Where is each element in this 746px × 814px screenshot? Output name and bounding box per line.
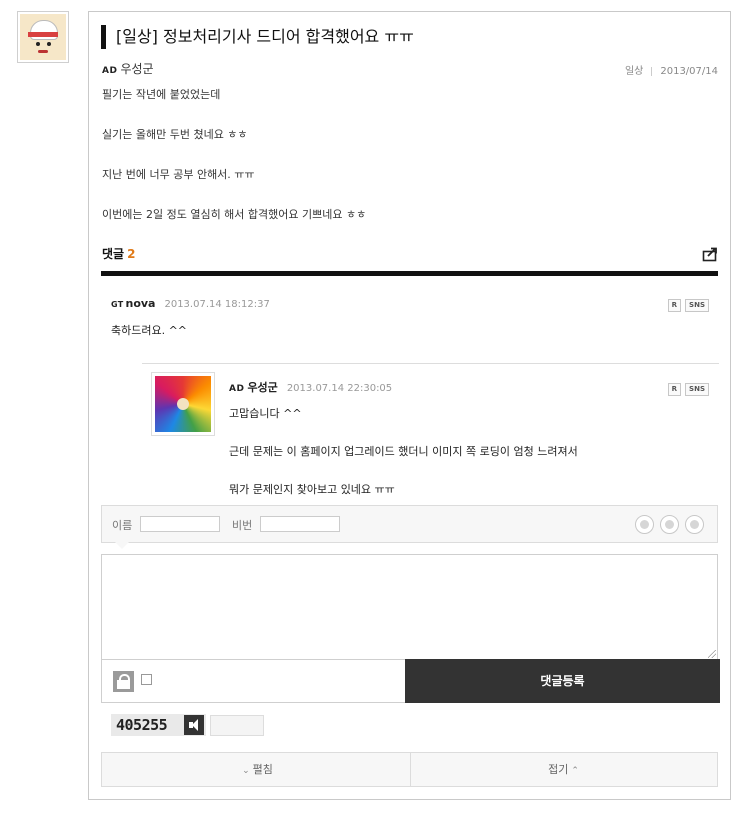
share-icon[interactable] [702,246,718,262]
lock-icon[interactable] [113,671,134,692]
reply-line: 고맙습니다 ^^ [229,407,302,420]
comments-divider [101,271,718,276]
name-input[interactable] [140,516,220,532]
reply-button[interactable]: R [667,299,682,312]
reply-text: 고맙습니다 ^^ 근데 문제는 이 홈페이지 업그레이드 했더니 이미지 쪽 로… [229,406,709,520]
captcha-box: 405255 [111,714,206,736]
secret-checkbox[interactable] [141,674,152,685]
reply-avatar [151,372,215,436]
reply-r-button[interactable]: R [667,383,682,396]
comment-author[interactable]: GT nova [111,297,155,310]
post-author: AD 우성군 [102,60,154,77]
reply-author-name: 우성군 [247,381,278,394]
expand-label: 펼침 [252,763,273,776]
comment-badge: GT [111,300,124,309]
comment-author-name: nova [125,297,156,310]
post-meta: 일상 2013/07/14 [625,62,718,77]
reply-sns-button[interactable]: SNS [685,383,709,396]
form-notch [115,542,129,549]
captcha-code: 405255 [116,716,168,734]
comments-label: 댓글 [102,247,125,261]
reply-divider [142,363,719,364]
name-label: 이름 [112,519,133,532]
circle-down-icon[interactable] [635,515,654,534]
toggle-bar: ⌄ 펼침 접기 ⌃ [101,752,718,787]
author-name[interactable]: 우성군 [120,62,153,76]
comment-textarea[interactable] [101,554,718,660]
submit-comment-button[interactable]: 댓글등록 [405,659,720,703]
reply-date: 2013.07.14 22:30:05 [286,383,393,394]
speaker-icon[interactable] [184,715,204,735]
comments-header[interactable]: 댓글 2 [102,245,135,262]
expand-button[interactable]: ⌄ 펼침 [102,753,410,786]
title-bar [101,25,106,49]
post-container: [일상] 정보처리기사 드디어 합격했어요 ㅠㅠ AD 우성군 일상 2013/07… [88,11,731,800]
comment-form-header: 이름 비번 [101,505,718,543]
captcha-input[interactable] [210,715,264,736]
comment-item: GT nova 2013.07.14 18:12:37 R SNS 축하드려요. ^^ [111,292,709,338]
password-input[interactable] [260,516,340,532]
reply-line: 근데 문제는 이 홈페이지 업그레이드 했더니 이미지 쪽 로딩이 엄청 느려져… [229,445,578,458]
chevron-down-icon: ⌄ [242,766,250,776]
body-line: 이번에는 2일 정도 열심히 해서 합격했어요 기쁘네요 ㅎㅎ [102,208,367,221]
sns-button[interactable]: SNS [685,299,709,312]
password-label: 비번 [232,519,253,532]
post-category[interactable]: 일상 [625,66,643,77]
circle-stop-icon[interactable] [660,515,679,534]
body-line: 실기는 올해만 두번 쳤네요 ㅎㅎ [102,128,248,141]
body-line: 지난 번에 너무 공부 안해서. ㅠㅠ [102,168,255,181]
post-date: 2013/07/14 [660,66,718,77]
comment-text: 축하드려요. ^^ [111,324,188,337]
body-line: 필기는 작년에 붙었었는데 [102,88,221,101]
author-badge: AD [102,66,118,76]
circle-up-icon[interactable] [685,515,704,534]
comment-date: 2013.07.14 18:12:37 [164,299,270,310]
blog-avatar [17,11,69,63]
collapse-button[interactable]: 접기 ⌃ [411,753,719,786]
chevron-up-icon: ⌃ [571,766,579,776]
comments-count: 2 [127,247,136,261]
reply-author[interactable]: AD 우성군 [229,381,278,394]
comment-form-footer: 댓글등록 [101,659,720,703]
collapse-label: 접기 [548,763,569,776]
post-title: [일상] 정보처리기사 드디어 합격했어요 ㅠㅠ [116,27,414,46]
reply-item: AD 우성군 2013.07.14 22:30:05 R SNS 고맙습니다 ^^ 근… [229,376,709,520]
resize-grip-icon[interactable] [708,650,716,658]
post-body: 필기는 작년에 붙었었는데 실기는 올해만 두번 쳤네요 ㅎㅎ 지난 번에 너무… [102,87,366,247]
reply-badge: AD [229,384,245,394]
